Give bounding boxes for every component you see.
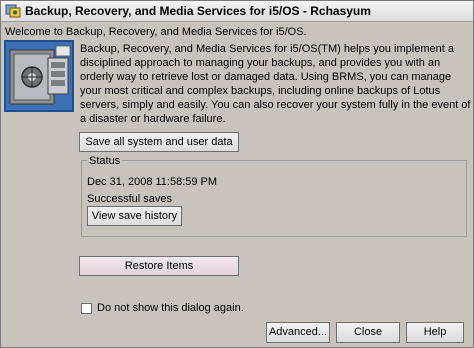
help-button[interactable]: Help bbox=[406, 322, 464, 343]
restore-items-button[interactable]: Restore Items bbox=[79, 256, 239, 276]
vault-safe-icon bbox=[4, 40, 74, 112]
close-button[interactable]: Close bbox=[336, 322, 400, 343]
view-save-history-button[interactable]: View save history bbox=[87, 206, 182, 226]
backup-app-icon bbox=[5, 4, 21, 18]
advanced-button[interactable]: Advanced... bbox=[266, 322, 330, 343]
last-save-timestamp: Dec 31, 2008 11:58:59 PM bbox=[87, 176, 218, 188]
welcome-text: Welcome to Backup, Recovery, and Media S… bbox=[5, 26, 307, 38]
brms-dialog-window: Backup, Recovery, and Media Services for… bbox=[0, 0, 474, 348]
window-title: Backup, Recovery, and Media Services for… bbox=[25, 4, 371, 18]
status-group-label: Status bbox=[87, 155, 123, 167]
dont-show-again-label: Do not show this dialog again. bbox=[97, 302, 244, 314]
title-bar[interactable]: Backup, Recovery, and Media Services for… bbox=[1, 1, 473, 22]
save-status-text: Successful saves bbox=[87, 193, 172, 205]
intro-paragraph: Backup, Recovery, and Media Services for… bbox=[80, 43, 471, 125]
save-all-button[interactable]: Save all system and user data bbox=[79, 132, 239, 152]
dont-show-again-checkbox[interactable] bbox=[81, 303, 92, 314]
